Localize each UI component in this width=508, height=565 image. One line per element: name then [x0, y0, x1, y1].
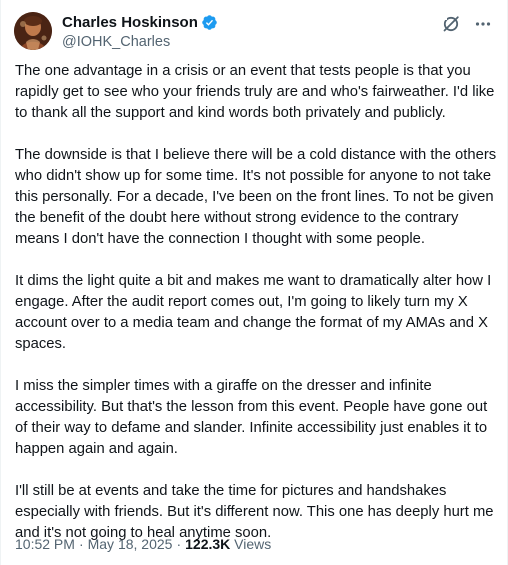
display-name-row: Charles Hoskinson	[62, 13, 218, 32]
avatar[interactable]	[14, 12, 52, 50]
author-names: Charles Hoskinson @IOHK_Charles	[62, 13, 218, 52]
tweet-date: May 18, 2025	[87, 536, 173, 552]
grok-icon[interactable]	[441, 14, 461, 34]
tweet-paragraph: I miss the simpler times with a giraffe …	[15, 378, 488, 457]
tweet-header: Charles Hoskinson @IOHK_Charles	[14, 11, 493, 51]
meta-separator: ·	[78, 536, 84, 552]
meta-separator: ·	[176, 536, 182, 552]
verified-badge-icon[interactable]	[201, 14, 218, 31]
header-actions	[441, 14, 493, 34]
tweet-paragraph: The downside is that I believe there wil…	[15, 147, 497, 247]
tweet-text: The one advantage in a crisis or an even…	[15, 61, 497, 544]
tweet-paragraph: It dims the light quite a bit and makes …	[15, 273, 492, 352]
author-handle[interactable]: @IOHK_Charles	[62, 33, 218, 52]
tweet-paragraph: The one advantage in a crisis or an even…	[15, 63, 495, 121]
more-options-icon[interactable]	[473, 14, 493, 34]
views-label: Views	[234, 536, 272, 552]
views-count[interactable]: 122.3K	[185, 536, 230, 552]
timestamp-link[interactable]: 10:52 PM · May 18, 2025	[15, 536, 172, 552]
tweet-card: Charles Hoskinson @IOHK_Charles The one …	[0, 0, 508, 565]
display-name[interactable]: Charles Hoskinson	[62, 13, 198, 32]
tweet-time: 10:52 PM	[15, 536, 75, 552]
tweet-meta: 10:52 PM · May 18, 2025 · 122.3K Views	[15, 535, 271, 553]
avatar-image	[14, 12, 52, 50]
